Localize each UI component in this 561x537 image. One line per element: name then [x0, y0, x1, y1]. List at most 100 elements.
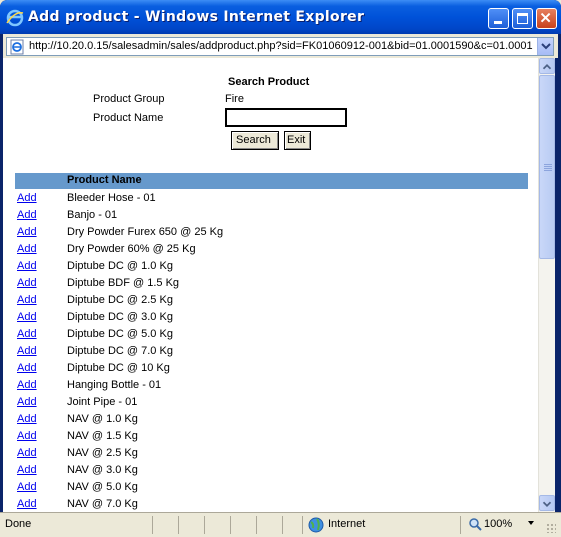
- product-name-cell: Diptube DC @ 1.0 Kg: [67, 260, 173, 272]
- add-product-link[interactable]: Add: [17, 481, 37, 493]
- add-product-link[interactable]: Add: [17, 345, 37, 357]
- address-dropdown-button[interactable]: [537, 38, 553, 55]
- add-product-link[interactable]: Add: [17, 328, 37, 340]
- table-row: Add Diptube DC @ 5.0 Kg: [15, 326, 528, 343]
- minimize-button[interactable]: [488, 8, 509, 29]
- zoom-icon: [469, 518, 482, 531]
- add-product-link[interactable]: Add: [17, 413, 37, 425]
- chevron-down-icon: [542, 501, 552, 507]
- add-product-link[interactable]: Add: [17, 226, 37, 238]
- vertical-scrollbar[interactable]: [538, 58, 555, 512]
- product-name-cell: Banjo - 01: [67, 209, 118, 221]
- product-name-cell: NAV @ 7.0 Kg: [67, 498, 138, 510]
- table-row: Add NAV @ 2.5 Kg: [15, 445, 528, 462]
- status-divider: [230, 516, 231, 534]
- table-row: Add NAV @ 3.0 Kg: [15, 462, 528, 479]
- status-divider: [178, 516, 179, 534]
- table-header: Product Name: [15, 173, 528, 189]
- table-row: Add NAV @ 1.5 Kg: [15, 428, 528, 445]
- add-product-link[interactable]: Add: [17, 277, 37, 289]
- product-name-cell: Diptube DC @ 3.0 Kg: [67, 311, 173, 323]
- browser-window: Add product - Windows Internet Explorer …: [0, 0, 561, 537]
- product-name-cell: NAV @ 2.5 Kg: [67, 447, 138, 459]
- product-name-cell: NAV @ 1.0 Kg: [67, 413, 138, 425]
- chevron-up-icon: [542, 64, 552, 70]
- add-product-link[interactable]: Add: [17, 311, 37, 323]
- search-button[interactable]: Search: [231, 131, 279, 150]
- product-name-cell: Bleeder Hose - 01: [67, 192, 156, 204]
- table-row: Add Hanging Bottle - 01: [15, 377, 528, 394]
- product-name-cell: Hanging Bottle - 01: [67, 379, 162, 391]
- status-divider: [282, 516, 283, 534]
- address-field[interactable]: http://10.20.0.15/salesadmin/sales/addpr…: [6, 37, 554, 56]
- page-content: Search Product Product Group Fire Produc…: [3, 58, 538, 512]
- security-zone[interactable]: Internet: [328, 518, 365, 530]
- minimize-icon: [494, 21, 502, 24]
- window-title: Add product - Windows Internet Explorer: [28, 9, 365, 25]
- product-group-value: Fire: [225, 93, 244, 105]
- ie-icon: [6, 9, 24, 27]
- maximize-button[interactable]: [512, 8, 533, 29]
- resize-grip-icon[interactable]: [546, 523, 556, 533]
- column-header-product-name: Product Name: [67, 174, 142, 186]
- scroll-down-button[interactable]: [539, 495, 555, 511]
- scroll-up-button[interactable]: [539, 58, 555, 74]
- add-product-link[interactable]: Add: [17, 294, 37, 306]
- add-product-link[interactable]: Add: [17, 243, 37, 255]
- table-row: Add Diptube DC @ 7.0 Kg: [15, 343, 528, 360]
- product-name-cell: Diptube DC @ 5.0 Kg: [67, 328, 173, 340]
- zoom-level[interactable]: 100%: [484, 518, 512, 530]
- add-product-link[interactable]: Add: [17, 498, 37, 510]
- product-name-cell: Diptube DC @ 2.5 Kg: [67, 294, 173, 306]
- add-product-link[interactable]: Add: [17, 430, 37, 442]
- product-list: Add Bleeder Hose - 01 Add Banjo - 01 Add Dry …: [15, 190, 528, 512]
- status-divider: [302, 516, 303, 534]
- globe-icon: [308, 517, 324, 533]
- grip-icon: [544, 164, 552, 171]
- status-bar: Done Internet 100%: [0, 512, 561, 537]
- add-product-link[interactable]: Add: [17, 379, 37, 391]
- product-group-label: Product Group: [93, 93, 165, 105]
- table-row: Add NAV @ 1.0 Kg: [15, 411, 528, 428]
- add-product-link[interactable]: Add: [17, 209, 37, 221]
- status-divider: [152, 516, 153, 534]
- product-name-cell: Diptube DC @ 7.0 Kg: [67, 345, 173, 357]
- status-text: Done: [5, 518, 32, 530]
- search-heading: Search Product: [228, 76, 310, 88]
- product-name-label: Product Name: [93, 112, 164, 124]
- add-product-link[interactable]: Add: [17, 396, 37, 408]
- status-divider: [460, 516, 461, 534]
- zoom-dropdown-icon[interactable]: [528, 521, 534, 525]
- add-product-link[interactable]: Add: [17, 362, 37, 374]
- table-row: Add Dry Powder Furex 650 @ 25 Kg: [15, 224, 528, 241]
- exit-button[interactable]: Exit: [284, 131, 311, 150]
- table-row: Add Joint Pipe - 01: [15, 394, 528, 411]
- address-url[interactable]: http://10.20.0.15/salesadmin/sales/addpr…: [29, 40, 534, 52]
- close-button[interactable]: [536, 8, 557, 29]
- chevron-down-icon: [541, 43, 551, 50]
- add-product-link[interactable]: Add: [17, 192, 37, 204]
- window-border-right: [555, 34, 561, 537]
- close-icon: [540, 12, 551, 23]
- table-row: Add Bleeder Hose - 01: [15, 190, 528, 207]
- scrollbar-thumb[interactable]: [539, 75, 555, 259]
- add-product-link[interactable]: Add: [17, 447, 37, 459]
- product-name-cell: Dry Powder Furex 650 @ 25 Kg: [67, 226, 224, 238]
- product-name-cell: Diptube DC @ 10 Kg: [67, 362, 170, 374]
- product-name-cell: Diptube BDF @ 1.5 Kg: [67, 277, 180, 289]
- product-name-cell: Joint Pipe - 01: [67, 396, 138, 408]
- add-product-link[interactable]: Add: [17, 464, 37, 476]
- address-bar: http://10.20.0.15/salesadmin/sales/addpr…: [3, 34, 558, 58]
- product-name-cell: NAV @ 3.0 Kg: [67, 464, 138, 476]
- add-product-link[interactable]: Add: [17, 260, 37, 272]
- status-divider: [256, 516, 257, 534]
- table-row: Add Diptube DC @ 2.5 Kg: [15, 292, 528, 309]
- product-name-cell: NAV @ 1.5 Kg: [67, 430, 138, 442]
- table-row: Add Banjo - 01: [15, 207, 528, 224]
- product-name-cell: Dry Powder 60% @ 25 Kg: [67, 243, 196, 255]
- title-bar[interactable]: Add product - Windows Internet Explorer: [0, 0, 561, 34]
- status-divider: [204, 516, 205, 534]
- page-icon: [10, 39, 24, 55]
- table-row: Add Diptube DC @ 10 Kg: [15, 360, 528, 377]
- product-name-input[interactable]: [225, 108, 347, 127]
